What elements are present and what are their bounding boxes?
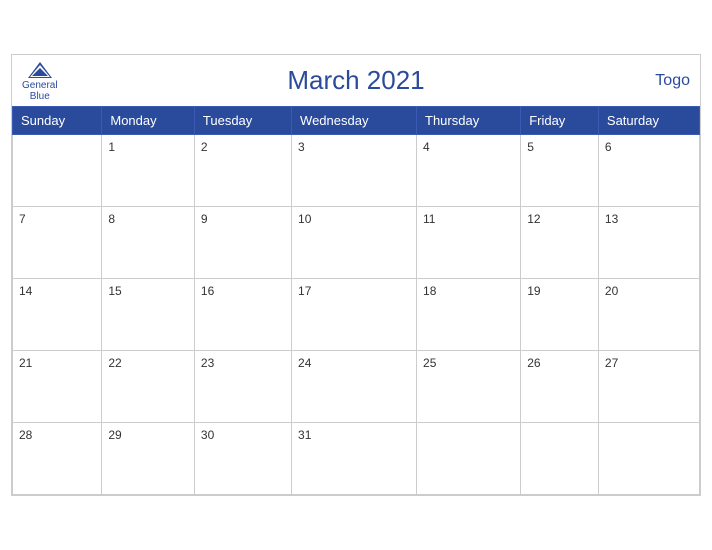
day-number-6: 6 (605, 140, 612, 154)
day-cell-7: 7 (13, 207, 102, 279)
day-number-7: 7 (19, 212, 26, 226)
weekday-header-wednesday: Wednesday (292, 107, 417, 135)
empty-cell (417, 423, 521, 495)
day-number-10: 10 (298, 212, 311, 226)
day-cell-8: 8 (102, 207, 195, 279)
calendar-title: March 2021 (32, 65, 680, 96)
day-cell-22: 22 (102, 351, 195, 423)
day-number-22: 22 (108, 356, 121, 370)
day-cell-21: 21 (13, 351, 102, 423)
week-row-2: 14 15 16 17 18 19 20 (13, 279, 700, 351)
day-number-13: 13 (605, 212, 618, 226)
day-cell-14: 14 (13, 279, 102, 351)
day-number-21: 21 (19, 356, 32, 370)
day-cell-1: 1 (102, 135, 195, 207)
weekday-header-row: SundayMondayTuesdayWednesdayThursdayFrid… (13, 107, 700, 135)
calendar-container: General Blue March 2021 Togo SundayMonda… (11, 54, 701, 496)
day-cell-25: 25 (417, 351, 521, 423)
day-number-12: 12 (527, 212, 540, 226)
day-number-19: 19 (527, 284, 540, 298)
day-number-16: 16 (201, 284, 214, 298)
day-cell-9: 9 (194, 207, 291, 279)
day-number-11: 11 (423, 212, 435, 226)
general-blue-logo-icon (26, 60, 54, 80)
day-cell-12: 12 (521, 207, 599, 279)
day-number-3: 3 (298, 140, 305, 154)
empty-cell (598, 423, 699, 495)
day-number-23: 23 (201, 356, 214, 370)
day-number-29: 29 (108, 428, 121, 442)
day-cell-27: 27 (598, 351, 699, 423)
day-cell-18: 18 (417, 279, 521, 351)
day-number-24: 24 (298, 356, 311, 370)
day-cell-15: 15 (102, 279, 195, 351)
weekday-header-sunday: Sunday (13, 107, 102, 135)
day-cell-30: 30 (194, 423, 291, 495)
day-cell-10: 10 (292, 207, 417, 279)
country-label: Togo (655, 72, 690, 90)
day-cell-31: 31 (292, 423, 417, 495)
day-number-4: 4 (423, 140, 430, 154)
day-number-26: 26 (527, 356, 540, 370)
day-cell-28: 28 (13, 423, 102, 495)
day-number-31: 31 (298, 428, 311, 442)
weekday-header-friday: Friday (521, 107, 599, 135)
logo-text-line2: Blue (30, 91, 50, 102)
day-number-5: 5 (527, 140, 534, 154)
weekday-header-monday: Monday (102, 107, 195, 135)
day-cell-23: 23 (194, 351, 291, 423)
day-number-28: 28 (19, 428, 32, 442)
empty-cell (521, 423, 599, 495)
day-number-1: 1 (108, 140, 115, 154)
logo-area: General Blue (22, 60, 58, 102)
day-cell-16: 16 (194, 279, 291, 351)
day-number-18: 18 (423, 284, 436, 298)
calendar-header: General Blue March 2021 Togo (12, 55, 700, 106)
day-cell-24: 24 (292, 351, 417, 423)
day-cell-11: 11 (417, 207, 521, 279)
day-number-14: 14 (19, 284, 32, 298)
weekday-header-saturday: Saturday (598, 107, 699, 135)
weekday-header-thursday: Thursday (417, 107, 521, 135)
day-cell-19: 19 (521, 279, 599, 351)
week-row-1: 7 8 9 10 11 12 13 (13, 207, 700, 279)
day-number-30: 30 (201, 428, 214, 442)
day-cell-4: 4 (417, 135, 521, 207)
day-cell-13: 13 (598, 207, 699, 279)
day-cell-26: 26 (521, 351, 599, 423)
day-cell-17: 17 (292, 279, 417, 351)
day-number-15: 15 (108, 284, 121, 298)
day-cell-20: 20 (598, 279, 699, 351)
day-number-17: 17 (298, 284, 311, 298)
day-number-27: 27 (605, 356, 618, 370)
logo-text-line1: General (22, 80, 58, 91)
day-cell-6: 6 (598, 135, 699, 207)
day-number-8: 8 (108, 212, 115, 226)
calendar-grid: SundayMondayTuesdayWednesdayThursdayFrid… (12, 106, 700, 495)
day-number-25: 25 (423, 356, 436, 370)
day-number-20: 20 (605, 284, 618, 298)
weekday-header-tuesday: Tuesday (194, 107, 291, 135)
empty-cell (13, 135, 102, 207)
week-row-4: 28 29 30 31 (13, 423, 700, 495)
week-row-0: 1 2 3 4 5 6 (13, 135, 700, 207)
day-number-2: 2 (201, 140, 208, 154)
day-cell-29: 29 (102, 423, 195, 495)
week-row-3: 21 22 23 24 25 26 27 (13, 351, 700, 423)
day-cell-5: 5 (521, 135, 599, 207)
day-cell-3: 3 (292, 135, 417, 207)
day-number-9: 9 (201, 212, 208, 226)
day-cell-2: 2 (194, 135, 291, 207)
